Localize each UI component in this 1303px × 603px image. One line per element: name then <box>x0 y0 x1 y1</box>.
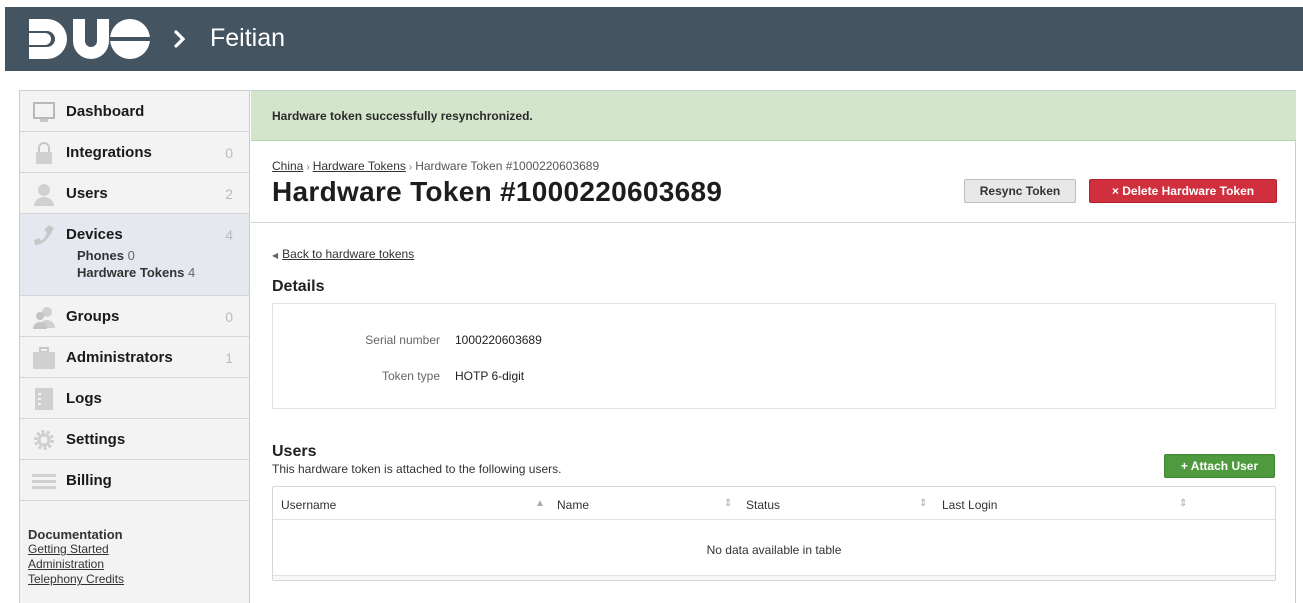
sidebar-item-count: 0 <box>225 145 233 161</box>
sidebar-subitem-phones[interactable]: Phones 0 <box>77 248 135 263</box>
column-header-last-login[interactable]: Last Login <box>942 498 997 512</box>
gear-icon <box>34 430 54 450</box>
doc-link-telephony-credits[interactable]: Telephony Credits <box>28 572 124 587</box>
details-heading: Details <box>272 278 325 295</box>
sort-icon[interactable]: ⇕ <box>919 498 927 509</box>
sidebar-item-count: 4 <box>225 227 233 243</box>
breadcrumb-separator-icon: › <box>408 162 413 173</box>
sidebar-item-logs[interactable]: Logs <box>20 378 249 419</box>
column-header-username[interactable]: Username <box>281 498 336 512</box>
page-title: Hardware Token #1000220603689 <box>272 176 723 207</box>
subitem-count: 4 <box>188 265 196 280</box>
sidebar-item-count: 0 <box>225 309 233 325</box>
app-frame: Dashboard Integrations 0 Users 2 Devices… <box>19 90 1296 603</box>
table-footer <box>273 575 1275 580</box>
list-icon <box>35 388 53 410</box>
group-icon <box>33 307 55 329</box>
subitem-label: Phones <box>77 248 124 263</box>
sidebar-item-label: Settings <box>66 431 126 448</box>
doc-link-getting-started[interactable]: Getting Started <box>28 542 124 557</box>
documentation-links: Documentation Getting Started Administra… <box>28 527 124 587</box>
users-heading: Users <box>272 443 317 460</box>
sidebar: Dashboard Integrations 0 Users 2 Devices… <box>20 91 250 603</box>
top-bar: Feitian <box>5 7 1303 71</box>
sidebar-item-administrators[interactable]: Administrators 1 <box>20 337 249 378</box>
chevron-right-icon <box>174 30 186 48</box>
phone-icon <box>34 225 54 245</box>
detail-key: Serial number <box>365 333 440 347</box>
empty-table-message: No data available in table <box>706 543 842 557</box>
sidebar-item-label: Billing <box>66 472 112 489</box>
sidebar-item-label: Users <box>66 185 108 202</box>
sidebar-item-devices[interactable]: Devices 4 Phones 0 Hardware Tokens 4 <box>20 214 249 296</box>
subitem-label: Hardware Tokens <box>77 265 185 280</box>
sidebar-item-dashboard[interactable]: Dashboard <box>20 91 249 132</box>
sidebar-item-integrations[interactable]: Integrations 0 <box>20 132 249 173</box>
breadcrumb-china[interactable]: China <box>272 159 303 173</box>
resync-token-button[interactable]: Resync Token <box>964 179 1076 203</box>
sidebar-item-users[interactable]: Users 2 <box>20 173 249 214</box>
sidebar-item-label: Devices <box>66 226 123 243</box>
detail-value: HOTP 6-digit <box>455 369 525 383</box>
user-icon <box>34 184 54 206</box>
lock-icon <box>36 142 52 164</box>
monitor-icon <box>33 102 55 122</box>
table-header: Username ▲ Name ⇕ Status ⇕ Last Login ⇕ <box>273 487 1275 520</box>
details-panel: Serial number 1000220603689 Token type H… <box>272 303 1276 409</box>
attach-user-button[interactable]: + Attach User <box>1164 454 1275 478</box>
main-content: Hardware token successfully resynchroniz… <box>251 91 1296 603</box>
subitem-count: 0 <box>127 248 135 263</box>
sidebar-item-label: Logs <box>66 390 102 407</box>
detail-value: 1000220603689 <box>455 333 542 347</box>
users-subtitle: This hardware token is attached to the f… <box>272 462 562 476</box>
account-name[interactable]: Feitian <box>210 24 285 53</box>
sort-icon[interactable]: ⇕ <box>724 498 732 509</box>
breadcrumb-hardware-tokens[interactable]: Hardware Tokens <box>313 159 406 173</box>
sidebar-item-count: 2 <box>225 186 233 202</box>
breadcrumb: China › Hardware Tokens › Hardware Token #10… <box>272 159 599 173</box>
sidebar-item-label: Administrators <box>66 349 173 366</box>
sidebar-item-settings[interactable]: Settings <box>20 419 249 460</box>
duo-logo[interactable] <box>29 19 151 59</box>
sort-asc-icon[interactable]: ▲ <box>535 498 545 509</box>
column-header-status[interactable]: Status <box>746 498 780 512</box>
sort-icon[interactable]: ⇕ <box>1179 498 1187 509</box>
column-header-name[interactable]: Name <box>557 498 589 512</box>
billing-icon <box>32 474 56 489</box>
sidebar-item-groups[interactable]: Groups 0 <box>20 296 249 337</box>
sidebar-item-label: Groups <box>66 308 120 325</box>
sidebar-subitem-hardware-tokens[interactable]: Hardware Tokens 4 <box>77 265 195 280</box>
back-arrow-icon: ◀ <box>272 251 279 260</box>
documentation-heading: Documentation <box>28 527 123 542</box>
breadcrumb-separator-icon: › <box>306 162 310 173</box>
sidebar-item-count: 1 <box>225 350 233 366</box>
sidebar-item-label: Dashboard <box>66 103 145 120</box>
delete-hardware-token-button[interactable]: × Delete Hardware Token <box>1089 179 1277 203</box>
doc-link-administration[interactable]: Administration <box>28 557 124 572</box>
users-table: Username ▲ Name ⇕ Status ⇕ Last Login ⇕ … <box>272 486 1276 581</box>
back-to-hardware-tokens-link[interactable]: Back to hardware tokens <box>282 247 414 261</box>
back-link-row: ◀ Back to hardware tokens <box>272 247 414 261</box>
divider <box>251 222 1296 223</box>
breadcrumb-current: Hardware Token #1000220603689 <box>415 159 600 173</box>
sidebar-item-billing[interactable]: Billing <box>20 460 249 501</box>
briefcase-icon <box>33 347 55 369</box>
sidebar-item-label: Integrations <box>66 144 152 161</box>
detail-key: Token type <box>381 369 440 383</box>
success-banner: Hardware token successfully resynchroniz… <box>251 91 1296 141</box>
success-message: Hardware token successfully resynchroniz… <box>272 109 533 123</box>
